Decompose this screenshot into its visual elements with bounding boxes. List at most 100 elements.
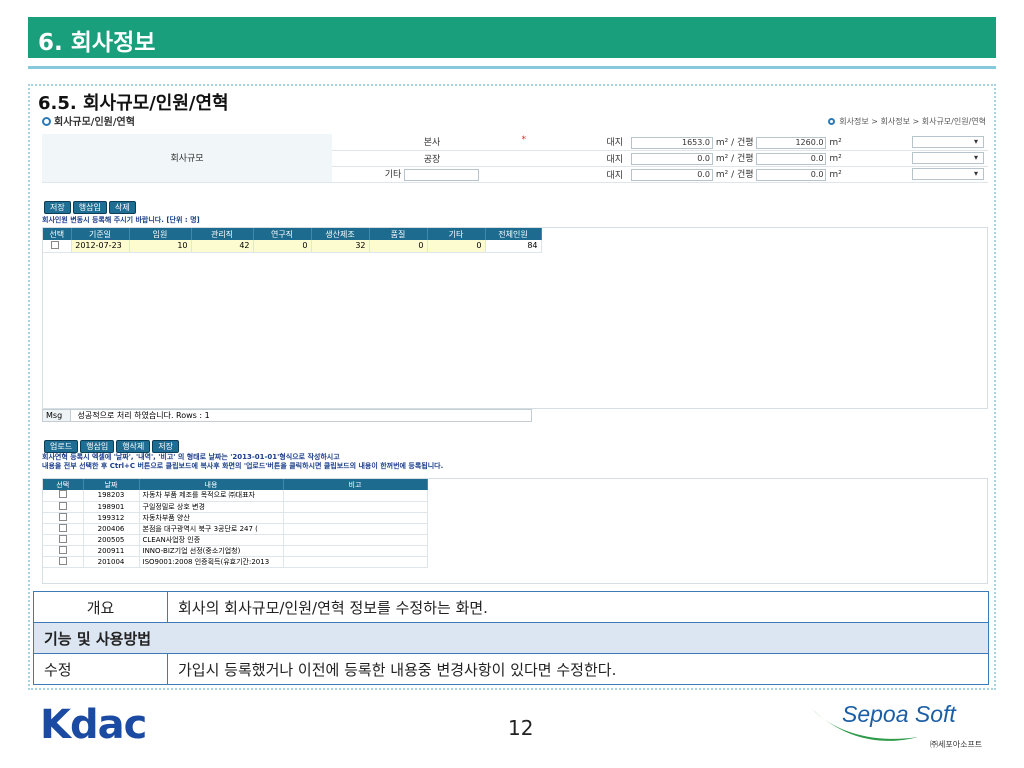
insert-row-button[interactable]: 행삽입 [80,440,115,453]
row-checkbox[interactable] [58,545,67,554]
table-row[interactable]: 198203 자동차 부품 제조를 목적으로 ㈜대표자 [43,490,428,502]
unit-label: m² [829,138,842,148]
hq-select-cell: ▾ [852,134,988,151]
cell-date[interactable]: 200505 [83,534,140,546]
cell-remark[interactable] [283,512,428,524]
cell-content[interactable]: 구일정밀로 상호 변경 [139,501,284,513]
unit-label: m² [829,170,842,181]
slide-header: 6. 회사정보 [28,17,996,58]
function-header-row: 기능 및 사용방법 [33,622,989,654]
col-content[interactable]: 내용 [139,479,284,490]
cell-date[interactable]: 198203 [83,490,140,502]
col-total[interactable]: 전체인원 [485,228,542,240]
factory-land-input[interactable]: 0.0 [631,152,713,165]
col-date[interactable]: 날짜 [83,479,140,490]
col-remark[interactable]: 비고 [283,479,428,490]
cell-date[interactable]: 201004 [83,556,140,568]
edit-row: 수정 가입시 등록했거나 이전에 등록한 내용중 변경사항이 있다면 수정한다. [33,653,989,685]
table-row[interactable]: 200505 CLEAN사업장 인증 [43,534,428,546]
page-number: 12 [508,716,534,740]
insert-row-button[interactable]: 행삽입 [72,201,107,214]
row-checkbox-cell [43,523,84,535]
cell-remark[interactable] [283,556,428,568]
hq-select[interactable]: ▾ [912,135,984,148]
cell-quality[interactable]: 0 [369,240,428,253]
cell-research[interactable]: 0 [253,240,312,253]
cell-content[interactable]: 자동차 부품 제조를 목적으로 ㈜대표자 [139,490,284,502]
table-row[interactable]: 201004 ISO9001:2008 인증획득(유효기간:2013 [43,556,428,568]
col-quality[interactable]: 품질 [369,228,428,240]
row-checkbox-cell [43,512,84,524]
col-production[interactable]: 생산제조 [311,228,370,240]
table-row[interactable]: 2012-07-23 10 42 0 32 0 0 84 [43,240,542,253]
other-name-input[interactable] [404,168,480,181]
factory-building-input[interactable]: 0.0 [756,152,827,165]
other-building-input[interactable]: 0.0 [756,168,827,181]
cell-executive[interactable]: 10 [129,240,192,253]
row-checkbox-cell [43,501,84,513]
cell-date[interactable]: 2012-07-23 [71,240,130,253]
row-checkbox[interactable] [58,512,67,521]
row-checkbox[interactable] [58,556,67,565]
table-row[interactable]: 198901 구일정밀로 상호 변경 [43,501,428,513]
cell-remark[interactable] [283,534,428,546]
col-select[interactable]: 선택 [43,479,84,490]
col-etc[interactable]: 기타 [427,228,486,240]
cell-date[interactable]: 198901 [83,501,140,513]
row-checkbox[interactable] [58,534,67,543]
row-checkbox[interactable] [58,490,67,499]
delete-row-button[interactable]: 행삭제 [116,440,151,453]
hq-building-input[interactable]: 1260.0 [756,136,827,149]
required-mark: * [521,135,527,146]
other-select[interactable]: ▾ [912,168,984,180]
upload-button[interactable]: 업로드 [44,440,79,453]
col-date[interactable]: 기준일 [71,228,130,240]
land-label: 대지 [532,166,627,183]
cell-production[interactable]: 32 [311,240,370,253]
table-row[interactable]: 200406 본점을 대구광역시 북구 3공단로 247 ( [43,523,428,535]
cell-content[interactable]: 본점을 대구광역시 북구 3공단로 247 ( [139,523,284,535]
cell-total: 84 [485,240,542,253]
section-title: 6.5. 회사규모/인원/연혁 [38,93,229,114]
cell-admin[interactable]: 42 [191,240,254,253]
row-checkbox[interactable] [58,523,67,532]
history-note-line-2: 내용을 전부 선택한 후 Ctrl+C 버튼으로 클립보드에 복사후 화면의 '… [42,462,444,470]
hq-land-input[interactable]: 1653.0 [631,136,713,149]
col-select[interactable]: 선택 [43,228,72,240]
row-checkbox-cell [43,545,84,557]
cell-remark[interactable] [283,501,428,513]
cell-remark[interactable] [283,545,428,557]
cell-content[interactable]: ISO9001:2008 인증획득(유효기간:2013 [139,556,284,568]
cell-date[interactable]: 199312 [83,512,140,524]
description-table: 개요 회사의 회사규모/인원/연혁 정보를 수정하는 화면. 기능 및 사용방법… [33,591,989,685]
save-button[interactable]: 저장 [44,201,71,214]
table-row[interactable]: 199312 자동차부품 양산 [43,512,428,524]
col-research[interactable]: 연구직 [253,228,312,240]
cell-date[interactable]: 200911 [83,545,140,557]
row-checkbox[interactable] [58,501,67,510]
cell-content[interactable]: CLEAN사업장 인증 [139,534,284,546]
history-grid: 선택 날짜 내용 비고 198203 자동차 부품 제조를 목적으로 ㈜대표자 … [42,478,988,584]
col-admin[interactable]: 관리직 [191,228,254,240]
other-area-cell: 0.0 m² / 건평 0.0 m² [627,166,852,183]
history-note-line-1: 회사연혁 등록시 엑셀에 '날짜', '내역', '비고' 의 형태로 날짜는 … [42,453,340,461]
delete-button[interactable]: 삭제 [108,201,136,214]
cell-content[interactable]: INNO-BIZ기업 선정(중소기업청) [139,545,284,557]
cell-content[interactable]: 자동차부품 양산 [139,512,284,524]
cell-remark[interactable] [283,523,428,535]
row-checkbox[interactable] [51,240,60,249]
col-executive[interactable]: 임원 [129,228,192,240]
hq-name: 본사 [423,138,441,149]
staff-header-row: 선택 기준일 임원 관리직 연구직 생산제조 품질 기타 전체인원 [43,228,542,240]
cell-date[interactable]: 200406 [83,523,140,535]
cell-etc[interactable]: 0 [427,240,486,253]
factory-select[interactable]: ▾ [912,152,984,164]
history-table: 선택 날짜 내용 비고 198203 자동차 부품 제조를 목적으로 ㈜대표자 … [43,479,428,568]
table-row[interactable]: 200911 INNO-BIZ기업 선정(중소기업청) [43,545,428,557]
other-name: 기타 [384,170,402,181]
other-land-input[interactable]: 0.0 [631,168,713,181]
function-header: 기능 및 사용방법 [33,622,989,654]
size-label: 회사규모 [42,134,332,183]
cell-remark[interactable] [283,490,428,502]
save-button[interactable]: 저장 [152,440,180,453]
